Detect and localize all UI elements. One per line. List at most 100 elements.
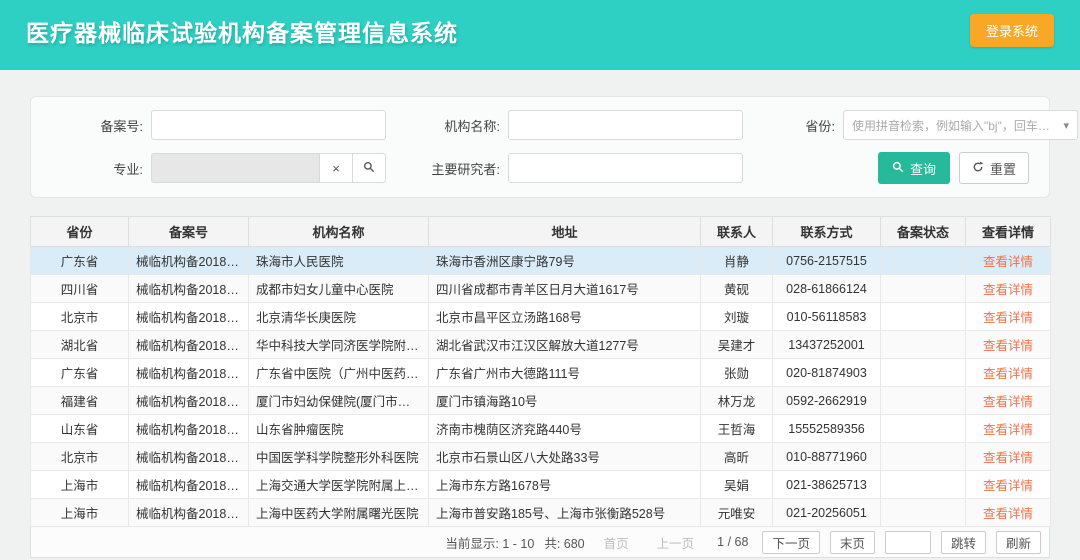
column-header: 地址 [429, 217, 701, 247]
column-header: 省份 [31, 217, 129, 247]
table-row[interactable]: 上海市械临机构备201800010上海中医药大学附属曙光医院上海市普安路185号… [31, 499, 1051, 527]
table-row[interactable]: 广东省械临机构备201800005广东省中医院（广州中医药大学第...广东省广州… [31, 359, 1051, 387]
province-select[interactable]: 使用拼音检索，例如输入"bj"，回车即选... ▾ [843, 110, 1078, 140]
refresh-icon [972, 161, 984, 176]
phone-cell: 0592-2662919 [773, 387, 881, 415]
province-cell: 北京市 [31, 303, 129, 331]
filing-no-input[interactable] [151, 110, 386, 140]
org-name-cell: 厦门市妇幼保健院(厦门市林巧稚... [249, 387, 429, 415]
view-detail-link[interactable]: 查看详情 [983, 507, 1033, 521]
refresh-button[interactable]: 刷新 [996, 531, 1041, 554]
jump-page-input[interactable] [885, 531, 931, 554]
filing-no-cell: 械临机构备201800006 [129, 387, 249, 415]
contact-cell: 肖静 [701, 247, 773, 275]
table-row[interactable]: 山东省械临机构备201800007山东省肿瘤医院济南市槐荫区济兖路440号王哲海… [31, 415, 1051, 443]
query-button[interactable]: 查询 [878, 152, 950, 184]
detail-cell: 查看详情 [966, 499, 1051, 527]
column-header: 备案状态 [881, 217, 966, 247]
researcher-input[interactable] [508, 153, 743, 183]
contact-cell: 刘璇 [701, 303, 773, 331]
last-page-button[interactable]: 末页 [830, 531, 875, 554]
phone-cell: 010-88771960 [773, 443, 881, 471]
specialty-label: 专业: [51, 159, 151, 178]
phone-cell: 0756-2157515 [773, 247, 881, 275]
next-page-button[interactable]: 下一页 [762, 531, 820, 554]
chevron-down-icon: ▾ [1063, 119, 1069, 132]
filing-no-cell: 械临机构备201800010 [129, 499, 249, 527]
phone-cell: 15552589356 [773, 415, 881, 443]
org-name-cell: 成都市妇女儿童中心医院 [249, 275, 429, 303]
province-cell: 湖北省 [31, 331, 129, 359]
detail-cell: 查看详情 [966, 303, 1051, 331]
address-cell: 珠海市香洲区康宁路79号 [429, 247, 701, 275]
detail-cell: 查看详情 [966, 443, 1051, 471]
org-name-cell: 上海交通大学医学院附属上海儿童... [249, 471, 429, 499]
specialty-input[interactable] [151, 153, 320, 183]
filing-no-cell: 械临机构备201800007 [129, 415, 249, 443]
view-detail-link[interactable]: 查看详情 [983, 339, 1033, 353]
filing-no-cell: 械临机构备201800004 [129, 331, 249, 359]
status-cell [881, 387, 966, 415]
query-button-label: 查询 [910, 159, 936, 178]
page-title: 医疗器械临床试验机构备案管理信息系统 [26, 14, 458, 48]
table-row[interactable]: 福建省械临机构备201800006厦门市妇幼保健院(厦门市林巧稚...厦门市镇海… [31, 387, 1051, 415]
filing-no-cell: 械临机构备201800002 [129, 275, 249, 303]
org-name-cell: 中国医学科学院整形外科医院 [249, 443, 429, 471]
address-cell: 北京市昌平区立汤路168号 [429, 303, 701, 331]
org-name-cell: 北京清华长庚医院 [249, 303, 429, 331]
table-row[interactable]: 上海市械临机构备201800009上海交通大学医学院附属上海儿童...上海市东方… [31, 471, 1051, 499]
view-detail-link[interactable]: 查看详情 [983, 283, 1033, 297]
status-cell [881, 359, 966, 387]
phone-cell: 028-61866124 [773, 275, 881, 303]
table-row[interactable]: 北京市械临机构备201800008中国医学科学院整形外科医院北京市石景山区八大处… [31, 443, 1051, 471]
specialty-search-button[interactable] [353, 153, 386, 183]
reset-button-label: 重置 [990, 159, 1016, 178]
phone-cell: 13437252001 [773, 331, 881, 359]
view-detail-link[interactable]: 查看详情 [983, 423, 1033, 437]
table-row[interactable]: 广东省械临机构备201800001珠海市人民医院珠海市香洲区康宁路79号肖静07… [31, 247, 1051, 275]
status-cell [881, 247, 966, 275]
province-label: 省份: [743, 116, 843, 135]
reset-button[interactable]: 重置 [959, 152, 1029, 184]
status-cell [881, 275, 966, 303]
address-cell: 广东省广州市大德路111号 [429, 359, 701, 387]
current-display: 当前显示: 1 - 10 [445, 533, 534, 552]
view-detail-link[interactable]: 查看详情 [983, 367, 1033, 381]
view-detail-link[interactable]: 查看详情 [983, 395, 1033, 409]
search-panel: 备案号: 机构名称: 省份: 使用拼音检索，例如输入"bj"，回车即选... ▾… [30, 96, 1050, 198]
org-name-input[interactable] [508, 110, 743, 140]
contact-cell: 吴娟 [701, 471, 773, 499]
org-name-cell: 广东省中医院（广州中医药大学第... [249, 359, 429, 387]
table-body: 广东省械临机构备201800001珠海市人民医院珠海市香洲区康宁路79号肖静07… [31, 247, 1051, 527]
table-row[interactable]: 湖北省械临机构备201800004华中科技大学同济医学院附属协和医院湖北省武汉市… [31, 331, 1051, 359]
view-detail-link[interactable]: 查看详情 [983, 451, 1033, 465]
contact-cell: 张勋 [701, 359, 773, 387]
specialty-clear-button[interactable]: × [320, 153, 353, 183]
filing-no-cell: 械临机构备201800008 [129, 443, 249, 471]
jump-button[interactable]: 跳转 [941, 531, 986, 554]
filing-no-label: 备案号: [51, 116, 151, 135]
prev-page-button[interactable]: 上一页 [648, 531, 704, 554]
org-name-cell: 上海中医药大学附属曙光医院 [249, 499, 429, 527]
province-cell: 北京市 [31, 443, 129, 471]
view-detail-link[interactable]: 查看详情 [983, 479, 1033, 493]
org-name-field: 机构名称: [408, 110, 743, 140]
table-row[interactable]: 四川省械临机构备201800002成都市妇女儿童中心医院四川省成都市青羊区日月大… [31, 275, 1051, 303]
table-row[interactable]: 北京市械临机构备201800003北京清华长庚医院北京市昌平区立汤路168号刘璇… [31, 303, 1051, 331]
province-cell: 上海市 [31, 499, 129, 527]
contact-cell: 高昕 [701, 443, 773, 471]
results-table: 省份备案号机构名称地址联系人联系方式备案状态查看详情 广东省械临机构备20180… [30, 216, 1051, 527]
column-header: 联系方式 [773, 217, 881, 247]
province-cell: 福建省 [31, 387, 129, 415]
total-count: 共: 680 [544, 533, 584, 552]
pagination-bar: 当前显示: 1 - 10 共: 680 首页 上一页 1 / 68 下一页 末页… [30, 527, 1050, 558]
view-detail-link[interactable]: 查看详情 [983, 255, 1033, 269]
province-cell: 四川省 [31, 275, 129, 303]
first-page-button[interactable]: 首页 [595, 531, 638, 554]
table-header-row: 省份备案号机构名称地址联系人联系方式备案状态查看详情 [31, 217, 1051, 247]
status-cell [881, 499, 966, 527]
filing-no-cell: 械临机构备201800009 [129, 471, 249, 499]
province-field: 省份: 使用拼音检索，例如输入"bj"，回车即选... ▾ [743, 110, 1078, 140]
view-detail-link[interactable]: 查看详情 [983, 311, 1033, 325]
login-button[interactable]: 登录系统 [970, 14, 1054, 47]
